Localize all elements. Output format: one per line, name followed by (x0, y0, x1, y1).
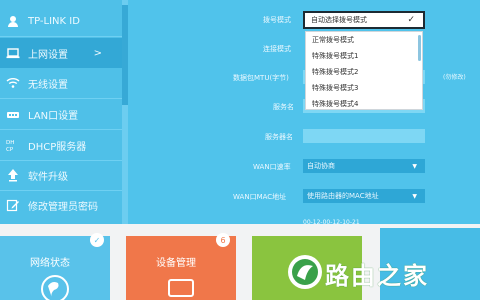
wan-speed-value: 自动协商 (307, 162, 335, 170)
sidebar-item-label: 修改管理员密码 (28, 201, 98, 213)
dial-mode-option[interactable]: 特殊拨号模式1 (306, 48, 422, 64)
dial-mode-select[interactable]: 自动选择拨号模式 ✓ (303, 11, 425, 29)
wan-speed-select[interactable]: 自动协商 ▼ (303, 159, 425, 173)
dial-mode-option[interactable]: 特殊拨号模式4 (306, 96, 422, 112)
chevron-right-icon: > (93, 47, 102, 59)
device-count-badge: 6 (216, 233, 230, 247)
dial-mode-option[interactable]: 特殊拨号模式3 (306, 80, 422, 96)
logo-mark-icon (288, 255, 322, 289)
check-icon: ✓ (407, 15, 415, 25)
sidebar-item-internet-settings[interactable]: 上网设置 > (0, 38, 122, 68)
sidebar-item-upgrade[interactable]: 软件升级 (0, 160, 122, 190)
connect-mode-label: 连接模式 (263, 45, 291, 53)
server-name-input[interactable] (303, 129, 425, 143)
chevron-down-icon: ▼ (412, 162, 417, 170)
tile-title: 设备管理 (156, 258, 196, 269)
globe-icon (41, 275, 69, 300)
dropdown-scrollbar[interactable] (418, 35, 421, 61)
watermark-logo: 路由之家 (285, 250, 480, 300)
sidebar-item-label: 软件升级 (28, 171, 68, 183)
wan-speed-label: WAN口速率 (253, 163, 291, 171)
sidebar-item-dhcp[interactable]: DH CP DHCP服务器 (0, 130, 122, 160)
sidebar-item-label: TP-LINK ID (28, 15, 80, 27)
check-badge-icon: ✓ (90, 233, 104, 247)
sidebar-item-label: LAN口设置 (28, 110, 79, 122)
sidebar-item-tplink-id[interactable]: TP-LINK ID (0, 6, 122, 36)
watermark-text: 路由之家 (325, 262, 429, 290)
wan-mac-select[interactable]: 使用路由器的MAC地址 ▼ (303, 189, 425, 203)
svg-text:CP: CP (6, 147, 14, 152)
sidebar: TP-LINK ID 上网设置 > 无线设置 LAN口设置 DH CP DHCP服… (0, 0, 122, 224)
dial-mode-options: 正常拨号模式 特殊拨号模式1 特殊拨号模式2 特殊拨号模式3 特殊拨号模式4 (305, 31, 423, 110)
wan-mac-value: 使用路由器的MAC地址 (307, 192, 379, 200)
svg-text:DH: DH (6, 140, 14, 146)
edit-icon (6, 198, 20, 212)
sidebar-item-lan[interactable]: LAN口设置 (0, 99, 122, 129)
upgrade-icon (6, 168, 20, 182)
mtu-note: (勿修改) (443, 74, 466, 81)
tile-title: 网络状态 (30, 258, 70, 269)
divider (0, 36, 122, 37)
dial-mode-option[interactable]: 正常拨号模式 (306, 32, 422, 48)
dial-mode-label: 拨号模式 (263, 16, 291, 24)
lan-icon (6, 107, 20, 121)
device-icon (168, 279, 194, 297)
wifi-icon (6, 76, 20, 90)
wan-mac-label: WAN口MAC地址 (233, 193, 287, 201)
sidebar-item-label: 上网设置 (28, 49, 68, 61)
chevron-down-icon: ▼ (412, 192, 417, 200)
dial-mode-option[interactable]: 特殊拨号模式2 (306, 64, 422, 80)
service-name-label: 服务名 (273, 103, 294, 111)
sidebar-item-wireless[interactable]: 无线设置 (0, 68, 122, 98)
user-icon (6, 14, 20, 28)
sidebar-item-label: 无线设置 (28, 79, 68, 91)
dial-mode-value: 自动选择拨号模式 (311, 16, 367, 24)
dhcp-icon: DH CP (6, 138, 20, 152)
sidebar-item-label: DHCP服务器 (28, 141, 87, 153)
server-name-label: 服务器名 (265, 133, 293, 141)
mtu-label: 数据包MTU(字节) (233, 74, 289, 82)
sidebar-item-change-password[interactable]: 修改管理员密码 (0, 190, 122, 220)
laptop-icon (6, 46, 20, 60)
